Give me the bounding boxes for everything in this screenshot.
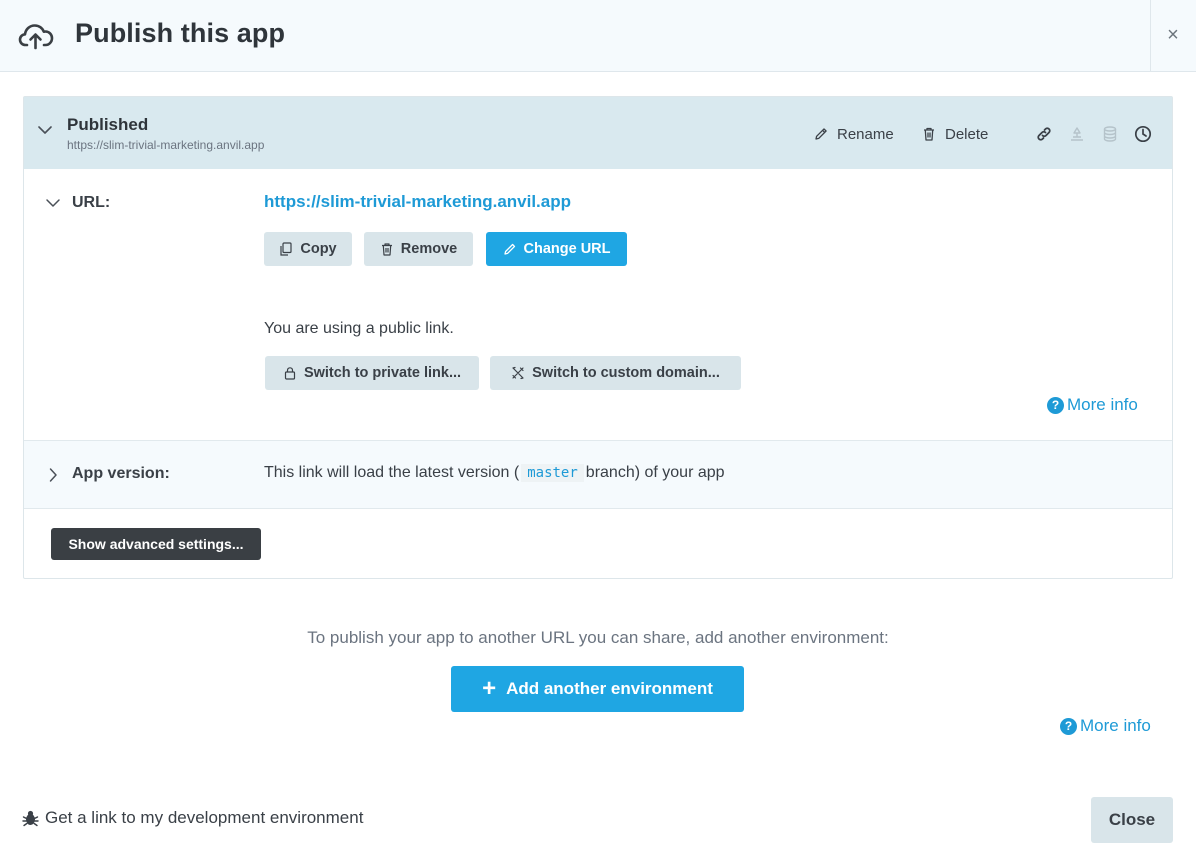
environment-card: Published https://slim-trivial-marketing… (23, 96, 1173, 579)
more-info-label: More info (1080, 716, 1151, 735)
pin-icon[interactable] (1067, 124, 1087, 144)
dev-environment-label: Get a link to my development environment (45, 808, 364, 827)
chevron-down-icon[interactable] (44, 194, 62, 212)
remove-url-button[interactable]: Remove (364, 232, 473, 266)
switch-private-link-button[interactable]: Switch to private link... (265, 356, 479, 390)
more-info-label: More info (1067, 395, 1138, 414)
chevron-right-icon[interactable] (44, 466, 62, 484)
cloud-upload-icon (18, 24, 54, 50)
delete-label: Delete (945, 125, 989, 143)
environment-url-subtitle: https://slim-trivial-marketing.anvil.app (67, 138, 265, 152)
pencil-icon (815, 128, 827, 140)
app-version-row: App version: This link will load the lat… (24, 440, 1172, 509)
history-icon[interactable] (1133, 124, 1153, 144)
environment-name: Published (67, 115, 149, 134)
switch-custom-domain-label: Switch to custom domain... (532, 365, 720, 381)
close-icon[interactable]: × (1162, 22, 1184, 48)
copy-icon (280, 242, 292, 256)
pencil-icon (503, 243, 515, 255)
help-icon: ? (1047, 396, 1064, 414)
change-url-label: Change URL (523, 241, 611, 257)
delete-button[interactable]: Delete (921, 124, 988, 144)
link-icon[interactable] (1034, 124, 1054, 144)
remove-label: Remove (400, 241, 458, 257)
switch-custom-domain-button[interactable]: Switch to custom domain... (490, 356, 741, 390)
bug-icon (22, 810, 39, 827)
add-environment-button[interactable]: + Add another environment (451, 666, 744, 712)
dialog-header: Publish this app × (0, 0, 1196, 72)
add-environment-label: Add another environment (506, 679, 713, 698)
lock-icon (284, 367, 296, 380)
copy-button[interactable]: Copy (264, 232, 352, 266)
add-environment-hint: To publish your app to another URL you c… (307, 628, 889, 647)
environment-header: Published https://slim-trivial-marketing… (24, 97, 1172, 169)
app-version-label: App version: (72, 465, 170, 482)
close-button[interactable]: Close (1091, 797, 1173, 843)
url-label: URL: (72, 194, 111, 211)
dev-environment-link[interactable]: Get a link to my development environment (22, 808, 363, 828)
app-version-description: This link will load the latest version (… (264, 464, 725, 482)
chevron-down-icon[interactable] (36, 121, 54, 139)
trash-icon (924, 127, 934, 141)
help-icon: ? (1060, 717, 1077, 735)
version-text-after: branch) of your app (585, 464, 725, 481)
rename-button[interactable]: Rename (813, 124, 894, 144)
tools-icon (512, 366, 524, 380)
switch-private-link-label: Switch to private link... (303, 365, 462, 381)
url-more-info-link[interactable]: ? More info (1047, 395, 1138, 415)
plus-icon: + (482, 675, 497, 702)
dialog-title: Publish this app (75, 18, 286, 48)
database-icon[interactable] (1100, 124, 1120, 144)
trash-icon (381, 243, 392, 256)
rename-label: Rename (837, 125, 894, 143)
header-divider (1150, 0, 1151, 72)
version-text-before: This link will load the latest version ( (264, 464, 520, 481)
show-advanced-settings-button[interactable]: Show advanced settings... (51, 528, 261, 560)
branch-name: master (521, 464, 584, 482)
app-url-link[interactable]: https://slim-trivial-marketing.anvil.app (264, 192, 571, 212)
environment-more-info-link[interactable]: ? More info (1060, 716, 1151, 736)
change-url-button[interactable]: Change URL (486, 232, 627, 266)
public-link-text: You are using a public link. (264, 320, 454, 337)
copy-label: Copy (300, 241, 337, 257)
